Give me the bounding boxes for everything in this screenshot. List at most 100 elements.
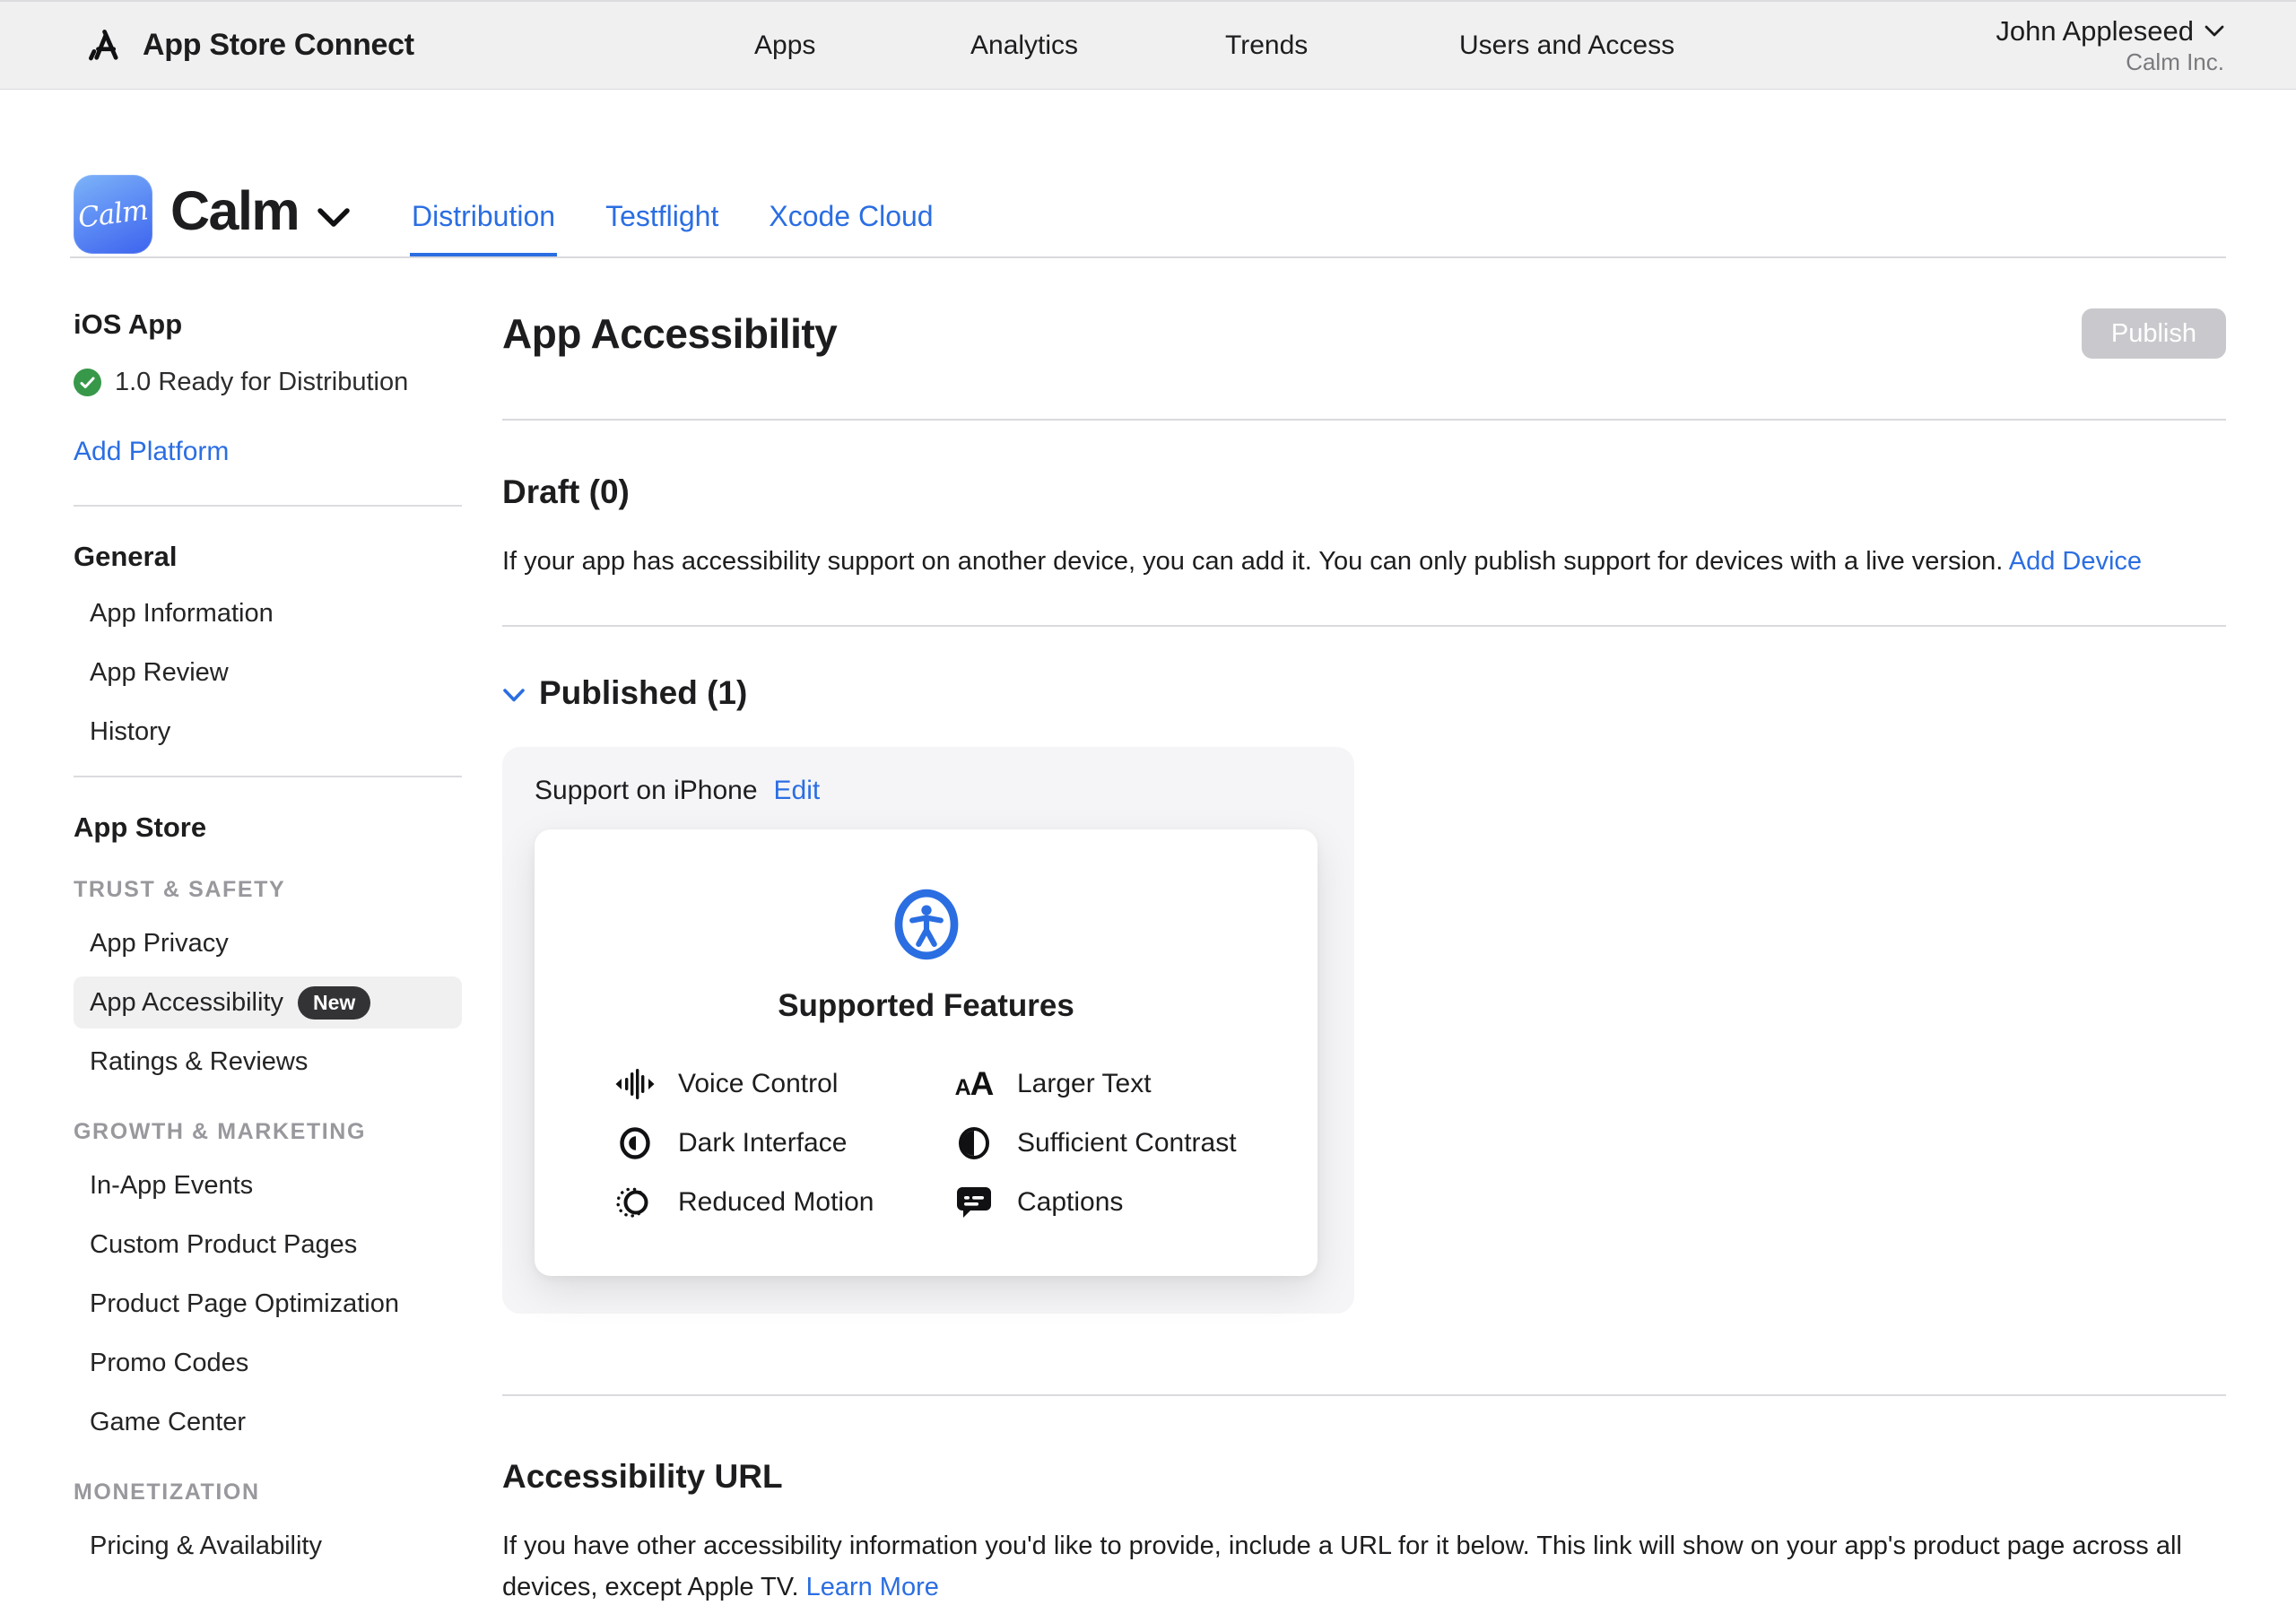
dark-interface-icon bbox=[613, 1125, 657, 1161]
sufficient-contrast-icon bbox=[952, 1125, 996, 1161]
page-header-row: App Accessibility Publish bbox=[502, 308, 2226, 360]
app-section-tabs: Distribution Testflight Xcode Cloud bbox=[410, 200, 935, 258]
brand-title: App Store Connect bbox=[143, 28, 414, 63]
sidebar-platform-heading: iOS App bbox=[74, 308, 462, 341]
divider bbox=[70, 256, 2226, 258]
feature-larger-text: AA Larger Text bbox=[952, 1064, 1318, 1104]
accessibility-icon bbox=[891, 887, 961, 962]
sidebar-item-app-information[interactable]: App Information bbox=[74, 584, 462, 643]
user-name: John Appleseed bbox=[1996, 15, 2194, 48]
draft-section-heading: Draft (0) bbox=[502, 473, 2226, 512]
feature-sufficient-contrast: Sufficient Contrast bbox=[952, 1124, 1318, 1163]
supported-features-card: Supported Features bbox=[535, 829, 1318, 1276]
add-platform-link[interactable]: Add Platform bbox=[74, 437, 229, 467]
draft-description: If your app has accessibility support on… bbox=[502, 541, 2226, 582]
sidebar-general-list: App Information App Review History bbox=[74, 584, 462, 761]
feature-label: Reduced Motion bbox=[678, 1187, 874, 1218]
feature-label: Larger Text bbox=[1017, 1069, 1152, 1099]
divider bbox=[502, 1394, 2226, 1396]
sidebar: iOS App 1.0 Ready for Distribution Add P… bbox=[74, 258, 462, 1575]
tab-xcode-cloud[interactable]: Xcode Cloud bbox=[767, 200, 935, 258]
add-device-link[interactable]: Add Device bbox=[2009, 547, 2142, 576]
feature-label: Dark Interface bbox=[678, 1128, 847, 1158]
feature-label: Voice Control bbox=[678, 1069, 838, 1099]
learn-more-link[interactable]: Learn More bbox=[806, 1573, 939, 1601]
sidebar-item-history[interactable]: History bbox=[74, 702, 462, 761]
accessibility-url-description: If you have other accessibility informat… bbox=[502, 1525, 2226, 1608]
published-section-heading: Published (1) bbox=[539, 673, 747, 713]
feature-dark-interface: Dark Interface bbox=[613, 1124, 952, 1163]
feature-label: Sufficient Contrast bbox=[1017, 1128, 1237, 1158]
chevron-down-icon bbox=[317, 207, 351, 229]
sidebar-item-promo-codes[interactable]: Promo Codes bbox=[74, 1333, 462, 1393]
reduced-motion-icon bbox=[613, 1184, 657, 1221]
new-badge: New bbox=[298, 986, 370, 1020]
nav-item-apps[interactable]: Apps bbox=[754, 2, 815, 89]
divider bbox=[74, 505, 462, 507]
app-switcher[interactable]: Calm bbox=[170, 169, 351, 254]
calm-app-icon: Calm bbox=[74, 175, 152, 254]
chevron-down-icon bbox=[2205, 25, 2224, 38]
sidebar-group-trust-safety: TRUST & SAFETY bbox=[74, 876, 462, 903]
sidebar-item-app-privacy[interactable]: App Privacy bbox=[74, 914, 462, 973]
sidebar-group-monetization: MONETIZATION bbox=[74, 1479, 462, 1506]
version-status: 1.0 Ready for Distribution bbox=[74, 368, 462, 397]
user-account-menu[interactable]: John Appleseed Calm Inc. bbox=[1996, 15, 2224, 76]
sidebar-item-pricing-availability[interactable]: Pricing & Availability bbox=[74, 1516, 462, 1575]
feature-voice-control: Voice Control bbox=[613, 1064, 952, 1104]
nav-item-users-and-access[interactable]: Users and Access bbox=[1459, 2, 1674, 89]
version-status-label: 1.0 Ready for Distribution bbox=[115, 368, 408, 397]
voice-control-icon bbox=[613, 1066, 657, 1102]
sidebar-item-label: App Accessibility bbox=[90, 988, 283, 1018]
feature-reduced-motion: Reduced Motion bbox=[613, 1183, 952, 1222]
published-section-toggle[interactable]: Published (1) bbox=[502, 673, 2226, 713]
sidebar-item-ratings-reviews[interactable]: Ratings & Reviews bbox=[74, 1032, 462, 1091]
sidebar-item-app-accessibility[interactable]: App Accessibility New bbox=[74, 976, 462, 1028]
divider bbox=[502, 419, 2226, 421]
divider bbox=[502, 625, 2226, 627]
letter-a-small: A bbox=[955, 1075, 970, 1101]
sidebar-monetization-list: Pricing & Availability bbox=[74, 1516, 462, 1575]
nav-item-trends[interactable]: Trends bbox=[1225, 2, 1308, 89]
sidebar-item-in-app-events[interactable]: In-App Events bbox=[74, 1156, 462, 1215]
app-store-connect-window: App Store Connect Apps Analytics Trends … bbox=[0, 0, 2296, 1614]
draft-description-text: If your app has accessibility support on… bbox=[502, 547, 2009, 576]
tab-testflight[interactable]: Testflight bbox=[604, 200, 720, 258]
feature-label: Captions bbox=[1017, 1187, 1123, 1218]
publish-button[interactable]: Publish bbox=[2082, 308, 2226, 359]
app-store-connect-home-link[interactable]: App Store Connect bbox=[85, 25, 414, 66]
larger-text-icon: AA bbox=[952, 1065, 996, 1103]
chevron-down-icon bbox=[502, 688, 526, 703]
sidebar-item-product-page-optimization[interactable]: Product Page Optimization bbox=[74, 1274, 462, 1333]
sidebar-item-custom-product-pages[interactable]: Custom Product Pages bbox=[74, 1215, 462, 1274]
nav-item-analytics[interactable]: Analytics bbox=[970, 2, 1078, 89]
top-navigation-bar: App Store Connect Apps Analytics Trends … bbox=[0, 0, 2296, 90]
letter-a-big: A bbox=[970, 1065, 994, 1103]
sidebar-trust-safety-list: App Privacy App Accessibility New Rating… bbox=[74, 914, 462, 1091]
app-store-connect-logo-icon bbox=[85, 25, 126, 66]
sidebar-growth-marketing-list: In-App Events Custom Product Pages Produ… bbox=[74, 1156, 462, 1452]
accessibility-url-heading: Accessibility URL bbox=[502, 1457, 2226, 1497]
sidebar-item-game-center[interactable]: Game Center bbox=[74, 1393, 462, 1452]
supported-features-title: Supported Features bbox=[535, 987, 1318, 1025]
edit-link[interactable]: Edit bbox=[774, 776, 821, 806]
captions-icon bbox=[952, 1185, 996, 1219]
accessibility-url-text: If you have other accessibility informat… bbox=[502, 1532, 2182, 1601]
feature-captions: Captions bbox=[952, 1183, 1318, 1222]
divider bbox=[74, 776, 462, 777]
sidebar-item-app-review[interactable]: App Review bbox=[74, 643, 462, 702]
published-support-card: Support on iPhone Edit Supported Feature… bbox=[502, 747, 1354, 1314]
support-device-label: Support on iPhone bbox=[535, 776, 758, 806]
main-content: App Accessibility Publish Draft (0) If y… bbox=[502, 258, 2226, 1608]
features-grid: Voice Control AA Larger Text bbox=[613, 1064, 1318, 1222]
check-circle-icon bbox=[74, 369, 101, 396]
sidebar-group-growth-marketing: GROWTH & MARKETING bbox=[74, 1118, 462, 1145]
tab-distribution[interactable]: Distribution bbox=[410, 200, 557, 258]
app-icon-script: Calm bbox=[76, 194, 149, 234]
page-body: iOS App 1.0 Ready for Distribution Add P… bbox=[0, 258, 2296, 1608]
sidebar-general-heading: General bbox=[74, 541, 462, 573]
sidebar-app-store-heading: App Store bbox=[74, 811, 462, 844]
page-title: App Accessibility bbox=[502, 308, 837, 360]
user-organization: Calm Inc. bbox=[1996, 48, 2224, 76]
support-row: Support on iPhone Edit bbox=[535, 776, 1318, 806]
